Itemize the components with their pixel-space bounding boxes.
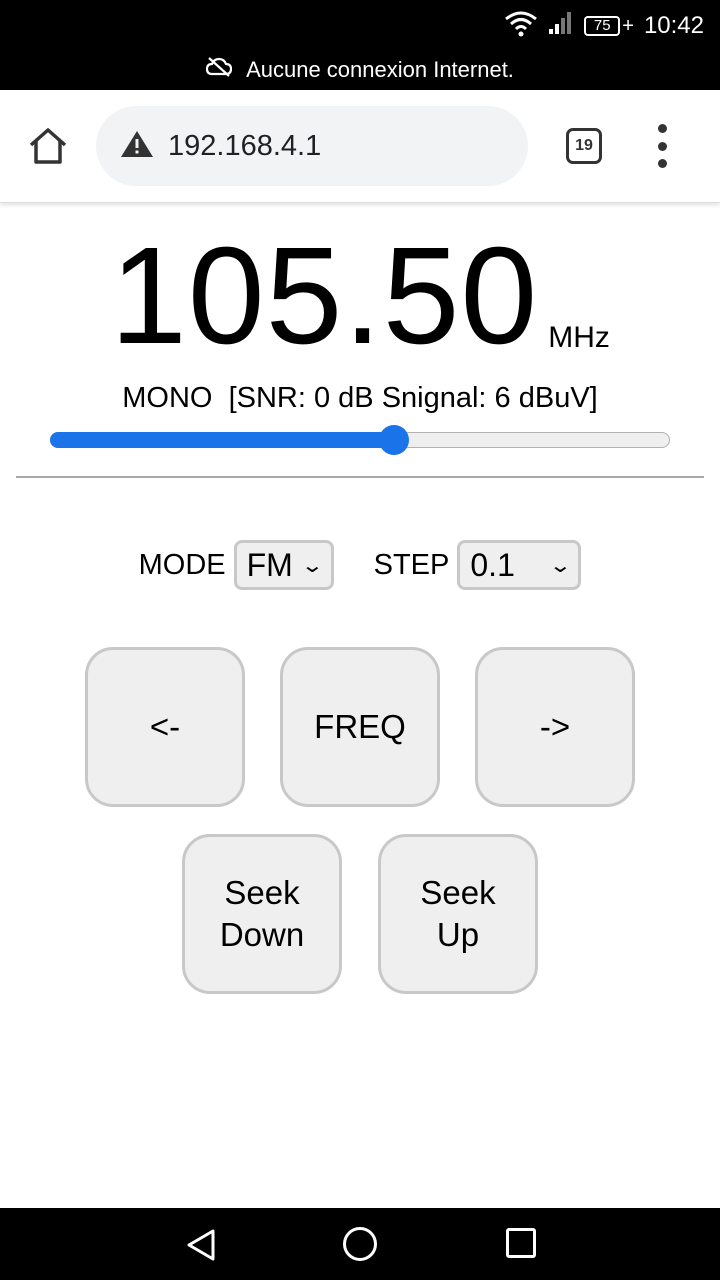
no-connection-banner: Aucune connexion Internet. xyxy=(0,55,720,85)
slider-thumb[interactable] xyxy=(379,425,410,455)
step-label: STEP xyxy=(373,548,450,581)
browser-toolbar: 192.168.4.1 19 xyxy=(0,90,720,203)
warning-icon xyxy=(120,129,154,164)
menu-dot-icon xyxy=(657,159,667,168)
system-nav-bar xyxy=(0,1208,720,1280)
menu-dot-icon xyxy=(657,124,667,133)
phone-screen: 75 + 10:42 Aucune connexion Internet. 19… xyxy=(0,0,720,1280)
seek-down-button[interactable]: Seek Down xyxy=(182,834,342,994)
battery-icon: 75 + xyxy=(584,15,634,38)
tune-down-label: <- xyxy=(149,708,181,745)
mode-select[interactable]: FM ⌄ xyxy=(233,540,334,590)
cell-signal-icon xyxy=(548,11,574,42)
step-select[interactable]: 0.1 ⌄ xyxy=(457,540,582,590)
step-value: 0.1 xyxy=(470,546,515,583)
overflow-menu-button[interactable] xyxy=(650,124,674,168)
mode-label: MODE xyxy=(138,548,226,581)
cloud-off-icon xyxy=(205,57,233,83)
home-icon xyxy=(26,128,70,170)
charging-icon: + xyxy=(622,14,634,37)
freq-label: FREQ xyxy=(314,708,406,745)
address-bar[interactable]: 192.168.4.1 xyxy=(96,106,528,186)
seek-up-button[interactable]: Seek Up xyxy=(378,834,538,994)
signal-info: MONO [SNR: 0 dB Snignal: 6 dBuV] xyxy=(122,382,598,414)
recent-apps-icon[interactable] xyxy=(506,1228,536,1258)
back-icon[interactable] xyxy=(185,1228,217,1267)
frequency-unit: MHz xyxy=(548,321,610,354)
chevron-down-icon: ⌄ xyxy=(548,554,572,577)
tab-switcher-button[interactable]: 19 xyxy=(566,128,602,164)
wifi-icon xyxy=(504,9,538,44)
mode-value: FM xyxy=(246,546,293,583)
home-button[interactable] xyxy=(26,126,70,166)
home-circle-icon[interactable] xyxy=(343,1227,377,1261)
seek-up-label: Seek Up xyxy=(420,874,496,953)
clock: 10:42 xyxy=(643,12,704,39)
mode-step-controls: MODE FM ⌄ STEP 0.1 ⌄ xyxy=(0,538,720,592)
battery-level: 75 xyxy=(584,16,621,36)
slider-fill xyxy=(50,432,395,448)
frequency-value: 105.50 xyxy=(110,219,539,373)
seek-down-label: Seek Down xyxy=(219,874,305,953)
url-text: 192.168.4.1 xyxy=(168,129,322,162)
menu-dot-icon xyxy=(657,141,667,151)
divider xyxy=(16,476,704,478)
connection-message: Aucune connexion Internet. xyxy=(246,57,514,82)
status-icons: 75 + 10:42 xyxy=(504,10,704,42)
tune-up-label: -> xyxy=(539,708,571,745)
chevron-down-icon: ⌄ xyxy=(300,554,324,577)
tune-up-button[interactable]: -> xyxy=(475,647,635,807)
frequency-display: 105.50 MHz xyxy=(0,225,720,365)
tune-down-button[interactable]: <- xyxy=(85,647,245,807)
frequency-slider[interactable] xyxy=(50,425,670,455)
freq-button[interactable]: FREQ xyxy=(280,647,440,807)
status-bar: 75 + 10:42 Aucune connexion Internet. xyxy=(0,0,720,90)
